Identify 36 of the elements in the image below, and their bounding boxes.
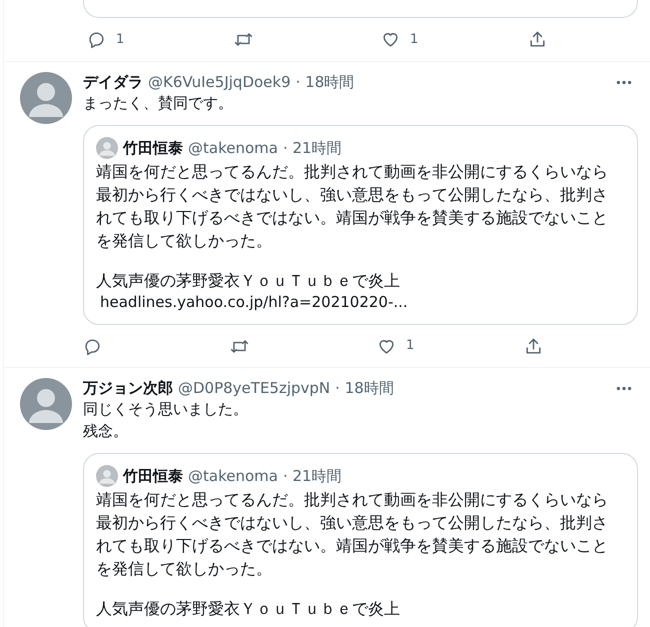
timestamp[interactable]: · 18時間 [335, 378, 394, 398]
timestamp: · 21時間 [282, 466, 342, 486]
quote-card[interactable]: 竹田恒泰 @takenoma · 21時間 靖国を何だと思ってるんだ。批判されて動画を非公開にするくらいなら最初から行くべきではないし、強い意思をもって公開したなら、批判されても取り下げるべきではない。靖国が戦争を賛美する施設でないことを発信して欲しかった。 人気声優の茅野愛衣ＹｏｕＴｕｂｅで炎上 headlines.yahoo.co.jp/hl?a=20210220-... [83, 125, 638, 325]
avatar [96, 137, 118, 159]
headline: 人気声優の茅野愛衣ＹｏｕＴｕｂｅで炎上 [96, 598, 401, 620]
heart-icon [381, 30, 400, 49]
user-name: 竹田恒泰 [123, 466, 183, 486]
more-icon[interactable] [616, 80, 632, 84]
timestamp: · 21時間 [282, 138, 342, 158]
user-handle[interactable]: @D0P8yeTE5zjpvpN [178, 378, 330, 398]
like-button[interactable]: 1 [377, 30, 418, 49]
more-icon[interactable] [616, 386, 632, 390]
tweet-text: 残念。 [83, 421, 129, 442]
share-icon [528, 30, 547, 49]
like-button[interactable]: 1 [373, 336, 414, 356]
timestamp[interactable]: · 18時間 [296, 72, 354, 92]
user-name[interactable]: デイダラ [83, 72, 143, 92]
link-preview-url: headlines.yahoo.co.jp/hl?a=20210220-... [100, 292, 408, 312]
user-handle[interactable]: @K6VuIe5JjqDoek9 [148, 72, 291, 92]
user-handle: @takenoma [188, 138, 278, 158]
quote-card[interactable]: 竹田恒泰 @takenoma · 21時間 靖国を何だと思ってるんだ。批判されて動画を非公開にするくらいなら最初から行くべきではないし、強い意思をもって公開したなら、批判されても取り下げるべきではない。靖国が戦争を賛美する施設でないことを発信して欲しかった。 人気声優の茅野愛衣ＹｏｕＴｕｂｅで炎上 [83, 453, 638, 627]
user-name: 竹田恒泰 [123, 138, 183, 158]
user-handle: @takenoma [188, 466, 278, 486]
user-name[interactable]: 万ジョン次郎 [83, 378, 173, 398]
speech-bubble-icon [83, 336, 102, 356]
quote-text: 靖国を何だと思ってるんだ。批判されて動画を非公開にするくらいなら最初から行くべきではないし、強い意思をもって公開したなら、批判されても取り下げるべきではない。靖国が戦争を賛美する施設でないことを発信して欲しかった。 [96, 161, 609, 252]
avatar [96, 465, 118, 487]
speech-bubble-icon [87, 30, 106, 49]
avatar[interactable] [20, 72, 72, 124]
quote-text: 靖国を何だと思ってるんだ。批判されて動画を非公開にするくらいなら最初から行くべきではないし、強い意思をもって公開したなら、批判されても取り下げるべきではない。靖国が戦争を賛美する施設でないことを発信して欲しかった。 [96, 489, 609, 580]
tweet-text: まったく、賛同です。 [83, 93, 234, 114]
tweet-text: 同じくそう思いました。 [83, 399, 249, 420]
avatar[interactable] [20, 378, 72, 430]
reply-button[interactable]: 1 [83, 30, 124, 49]
headline: 人気声優の茅野愛衣ＹｏｕＴｕｂｅで炎上 [96, 270, 401, 292]
share-icon [524, 336, 543, 356]
